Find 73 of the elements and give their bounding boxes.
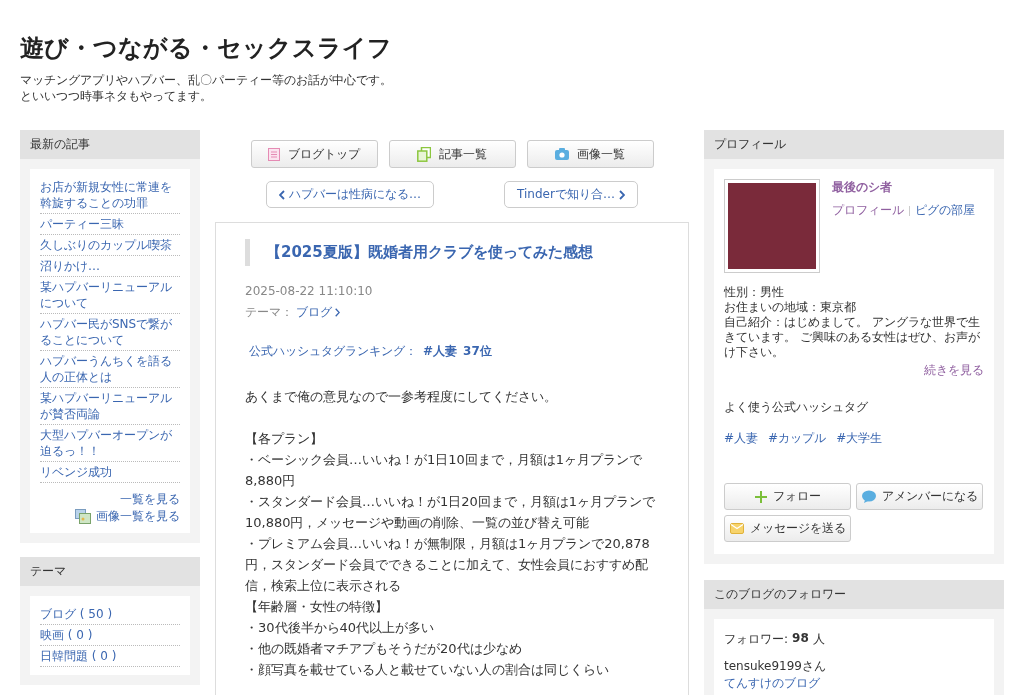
- recent-article-link[interactable]: リベンジ成功: [40, 462, 180, 483]
- recent-article-link[interactable]: ハプバー民がSNSで繋がることについて: [40, 314, 180, 351]
- nav-button[interactable]: ブログトップ: [250, 140, 378, 168]
- follower-count-label: フォロワー:: [724, 631, 789, 648]
- page-icon: [268, 147, 280, 161]
- blog-description: マッチングアプリやハプバー、乱〇パーティー等のお話が中心です。: [20, 72, 393, 88]
- envelope-icon: [729, 523, 744, 534]
- panel-header: このブログのフォロワー: [704, 580, 1004, 609]
- recent-article-link[interactable]: ハプバーうんちくを語る人の正体とは: [40, 351, 180, 388]
- chat-bubble-icon: [861, 490, 876, 503]
- ranking-position: 37位: [463, 343, 492, 360]
- hashtag-heading: よく使う公式ハッシュタグ: [724, 399, 869, 416]
- profile-action-button[interactable]: フォロー: [724, 483, 851, 510]
- article-text: あくまで俺の意見なので一参考程度にしてください。: [245, 388, 558, 406]
- article-theme-link[interactable]: ブログ: [296, 304, 332, 321]
- article-text: 【年齢層・女性の特徴】: [245, 598, 389, 616]
- profile-detail: お住まいの地域：東京都: [724, 300, 857, 315]
- nav-button[interactable]: 記事一覧: [388, 140, 516, 168]
- chevron-right-icon: [335, 308, 340, 317]
- recent-article-link[interactable]: 某ハプバーリニューアルが賛否両論: [40, 388, 180, 425]
- images-icon: [75, 509, 91, 524]
- image-list-link[interactable]: 画像一覧を見る: [96, 508, 180, 525]
- profile-link[interactable]: プロフィール: [832, 202, 904, 219]
- hashtag-link[interactable]: #人妻: [724, 430, 759, 447]
- plus-icon: [754, 490, 767, 503]
- theme-label: テーマ：: [245, 304, 293, 321]
- panel-header: テーマ: [20, 557, 200, 586]
- next-article-button[interactable]: Tinderで知り合…: [504, 181, 638, 208]
- follower-blog-link[interactable]: てんすけのブログ: [724, 675, 984, 692]
- theme-link[interactable]: 日韓問題 ( 0 ): [40, 646, 180, 667]
- article-date: 2025-08-22 11:10:10: [245, 284, 374, 298]
- article-title[interactable]: 【2025夏版】既婚者用クラブを使ってみた感想: [245, 239, 659, 266]
- chevron-right-icon: [618, 189, 625, 200]
- nav-button[interactable]: 画像一覧: [526, 140, 654, 168]
- profile-detail: 性別：男性: [724, 285, 785, 300]
- article-text: ・スタンダード会員…いいね！が1日20回まで，月額は1ヶ月プランで10,880円，メッセージや動画の削除、一覧の並び替え可能: [245, 493, 657, 532]
- blog-title[interactable]: 遊び・つながる・セックスライフ: [20, 32, 392, 64]
- profile-link[interactable]: ピグの部屋: [915, 202, 975, 219]
- article-text: ・他の既婚者マチアプもそうだが20代は少なめ: [245, 640, 523, 658]
- recent-article-link[interactable]: 某ハプバーリニューアルについて: [40, 277, 180, 314]
- follower-name: tensuke9199さん: [724, 658, 827, 675]
- theme-link[interactable]: ブログ ( 50 ): [40, 604, 180, 625]
- previous-article-button[interactable]: ハプバーは性病になる…: [266, 181, 435, 208]
- theme-link[interactable]: 映画 ( 0 ): [40, 625, 180, 646]
- documents-icon: [417, 146, 431, 162]
- camera-icon: [555, 148, 569, 160]
- article-text: ・30代後半から40代以上が多い: [245, 619, 436, 637]
- article-text: ・顔写真を載せている人と載せていない人の割合は同じくらい: [245, 661, 610, 679]
- recent-article-link[interactable]: お店が新規女性に常連を斡旋することの功罪: [40, 177, 180, 214]
- recent-article-link[interactable]: 大型ハプバーオープンが迫るっ！！: [40, 425, 180, 462]
- ranking-hashtag-link[interactable]: #人妻: [423, 343, 458, 360]
- panel-header: プロフィール: [704, 130, 1004, 159]
- article-text: 【各プラン】: [245, 430, 324, 448]
- article-text: ・ベーシック会員…いいね！が1日10回まで，月額は1ヶ月プランで8,880円: [245, 451, 644, 490]
- follower-unit: 人: [812, 631, 825, 648]
- panel-header: 最新の記事: [20, 130, 200, 159]
- blog-description: といいつつ時事ネタもやってます。: [20, 88, 213, 104]
- photo-placeholder[interactable]: [725, 180, 819, 272]
- hashtag-link[interactable]: #大学生: [836, 430, 883, 447]
- profile-action-button[interactable]: アメンバーになる: [856, 483, 983, 510]
- see-all-link[interactable]: 一覧を見る: [120, 491, 180, 508]
- recent-article-link[interactable]: 久しぶりのカップル喫茶: [40, 235, 180, 256]
- profile-detail: 自己紹介：はじめまして。 アングラな世界で生きています。 ご興味のある女性はぜひ、お声がけ下さい。: [724, 315, 981, 360]
- hashtag-link[interactable]: #カップル: [768, 430, 827, 447]
- article-text: ・プレミアム会員…いいね！が無制限，月額は1ヶ月プランで20,878円，スタンダード会員でできることに加えて、女性会員におすすめ配信，検索上位に表示される: [245, 535, 651, 595]
- ranking-label: 公式ハッシュタグランキング：: [249, 343, 417, 360]
- recent-article-link[interactable]: 沼りかけ…: [40, 256, 180, 277]
- profile-action-button[interactable]: メッセージを送る: [724, 515, 851, 542]
- recent-article-link[interactable]: パーティー三昧: [40, 214, 180, 235]
- read-more-link[interactable]: 続きを見る: [924, 362, 984, 379]
- follower-count: 98: [792, 631, 809, 647]
- chevron-left-icon: [279, 189, 286, 200]
- profile-name[interactable]: 最後のシ者: [832, 179, 975, 196]
